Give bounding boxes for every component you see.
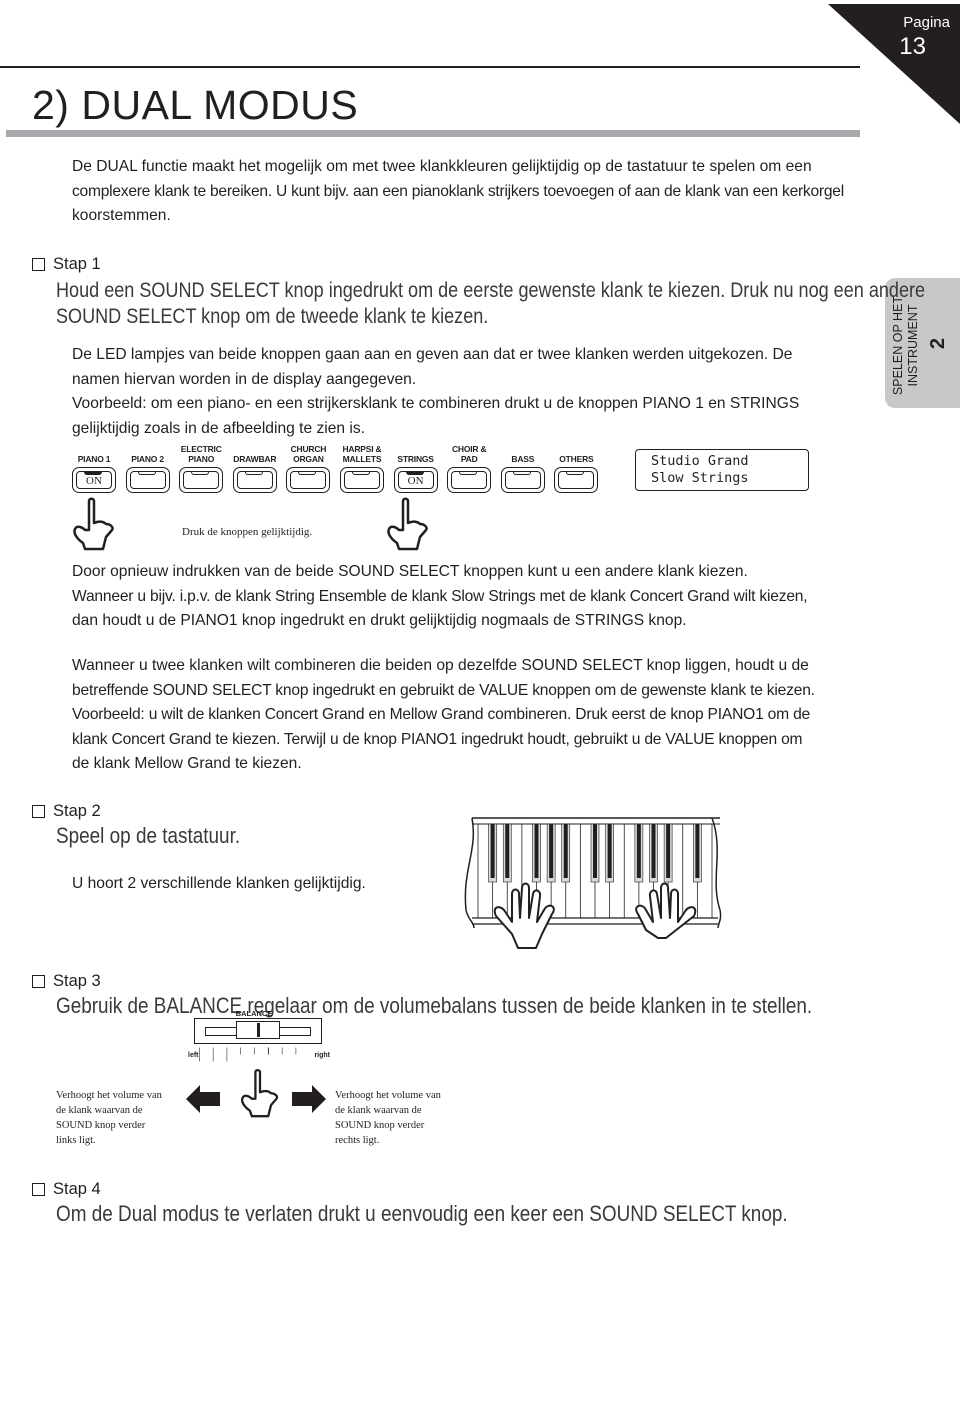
black-key-shade: [695, 824, 700, 878]
arrow-left-icon: [186, 1084, 222, 1119]
step-3-heading: Stap 3: [32, 972, 101, 991]
step-1-heading: Stap 1: [32, 255, 101, 274]
step-4-instruction: Om de Dual modus te verlaten drukt u een…: [56, 1201, 788, 1226]
sound-select-button-label: CHOIR & PAD: [451, 444, 487, 464]
sound-select-button[interactable]: PIANO 2: [120, 442, 176, 493]
button-cap[interactable]: [554, 467, 599, 493]
black-key-shade: [593, 824, 597, 878]
step-1-led-paragraph: De LED lampjes van beide knoppen gaan aa…: [72, 346, 800, 437]
sound-select-button[interactable]: CHURCH ORGAN: [280, 442, 336, 493]
sound-select-button[interactable]: BASS: [495, 442, 551, 493]
black-key-shade: [666, 824, 671, 878]
black-key-shade: [490, 824, 495, 878]
on-label: ON: [407, 475, 424, 487]
pointing-hand-icon: [70, 497, 118, 562]
sound-select-button[interactable]: STRINGS ON: [388, 442, 444, 493]
button-cap[interactable]: [340, 467, 384, 493]
sound-select-button[interactable]: CHOIR & PAD: [441, 442, 497, 493]
checkbox-icon: [32, 258, 45, 271]
intro-paragraph: De DUAL functie maakt het mogelijk om me…: [72, 158, 844, 224]
step-1-same-button-paragraph: Wanneer u twee klanken wilt combineren d…: [72, 657, 815, 772]
page-title: 2) DUAL MODUS: [32, 82, 359, 128]
checkbox-icon: [32, 975, 45, 988]
step-2-heading: Stap 2: [32, 802, 101, 821]
page-corner-tab: Pagina 13: [828, 0, 960, 124]
lcd-line-2: Slow Strings: [651, 470, 749, 486]
button-cap[interactable]: [179, 467, 224, 493]
sound-select-button-label: CHURCH ORGAN: [290, 444, 327, 464]
balance-right-label: right: [314, 1051, 330, 1059]
button-cap[interactable]: ON: [72, 467, 116, 493]
button-cap[interactable]: [447, 467, 492, 493]
sound-select-button-label: DRAWBAR: [233, 454, 277, 464]
pointing-hand-icon: [238, 1068, 282, 1129]
chapter-number: 2: [927, 337, 950, 350]
sound-select-button-label: HARPSI & MALLETS: [342, 444, 382, 464]
black-key-shade: [505, 824, 510, 878]
checkbox-icon: [32, 1183, 45, 1196]
button-inner-frame: [504, 471, 541, 489]
button-inner-frame: [236, 471, 273, 489]
lcd-line-1: Studio Grand: [651, 453, 749, 469]
sound-select-button[interactable]: HARPSI & MALLETS: [334, 442, 390, 493]
sound-select-button[interactable]: OTHERS: [548, 442, 604, 493]
sound-select-button[interactable]: DRAWBAR: [227, 442, 283, 493]
sound-select-button-label: BASS: [511, 454, 535, 464]
sound-select-button[interactable]: ELECTRIC PIANO: [173, 442, 229, 493]
step-4-heading: Stap 4: [32, 1180, 101, 1199]
sound-select-panel: PIANO 1 ON PIANO 2 ELECTRIC PIANO DRAWBAR CHUR…: [66, 442, 606, 498]
step-2-instruction: Speel op de tastatuur.: [56, 823, 241, 848]
header-rule: [0, 66, 860, 68]
black-key-shade: [563, 824, 568, 878]
button-inner-frame: [183, 471, 220, 489]
button-inner-frame: [451, 471, 488, 489]
button-inner-frame: [129, 471, 166, 489]
balance-slider-track-frame: [194, 1018, 322, 1044]
black-key-shade: [636, 824, 641, 878]
lcd-display: Studio Grand Slow Strings: [635, 449, 809, 491]
page-number: 13: [899, 33, 926, 60]
balance-slider-illustration: BALANCE left | | | | | | | | | | | right: [188, 1009, 330, 1062]
page-label: Pagina: [903, 14, 950, 31]
black-key-shade: [607, 824, 612, 878]
checkbox-icon: [32, 805, 45, 818]
sound-select-button-label: OTHERS: [559, 454, 594, 464]
button-inner-frame: [290, 471, 327, 489]
sound-select-button-label: PIANO 1: [77, 454, 111, 464]
arrow-right-icon: [290, 1084, 326, 1119]
title-underline: [6, 130, 860, 137]
button-inner-frame: [344, 471, 380, 489]
step-1-reselect-paragraph: Door opnieuw indrukken van de beide SOUN…: [72, 563, 808, 629]
button-inner-frame: [558, 471, 595, 489]
balance-right-note: Verhoogt het volume van de klank waarvan…: [335, 1090, 441, 1146]
button-cap[interactable]: [500, 467, 545, 493]
on-label: ON: [86, 475, 102, 487]
step-3-instruction: Gebruik de BALANCE regelaar om de volume…: [56, 993, 813, 1018]
button-cap[interactable]: [286, 467, 331, 493]
step-2-note: U hoort 2 verschillende klanken gelijkti…: [72, 875, 366, 892]
balance-ticks: | | | | | | | | | | |: [198, 1048, 302, 1062]
sound-select-button-label: PIANO 2: [131, 454, 164, 464]
pointing-hand-icon: [384, 497, 432, 562]
button-cap[interactable]: [232, 467, 277, 493]
balance-left-note: Verhoogt het volume van de klank waarvan…: [56, 1090, 162, 1146]
black-key-shade: [549, 824, 554, 878]
balance-scale: left | | | | | | | | | | | right: [188, 1048, 330, 1062]
balance-left-label: left: [188, 1051, 199, 1059]
button-cap[interactable]: ON: [393, 467, 438, 493]
sound-select-button-label: STRINGS: [397, 454, 434, 464]
black-key-shade: [651, 824, 656, 878]
step-1-instruction: Houd een SOUND SELECT knop ingedrukt om …: [56, 279, 926, 328]
balance-slider-knob[interactable]: [235, 1021, 280, 1039]
keyboard-hands-illustration: [462, 810, 732, 975]
balance-title: BALANCE: [235, 1009, 273, 1018]
black-key-shade: [534, 824, 539, 878]
press-caption: Druk de knoppen gelijktijdig.: [182, 526, 313, 538]
button-cap[interactable]: [125, 467, 170, 493]
sound-select-button-label: ELECTRIC PIANO: [180, 444, 222, 464]
sound-select-button[interactable]: PIANO 1 ON: [66, 442, 122, 493]
